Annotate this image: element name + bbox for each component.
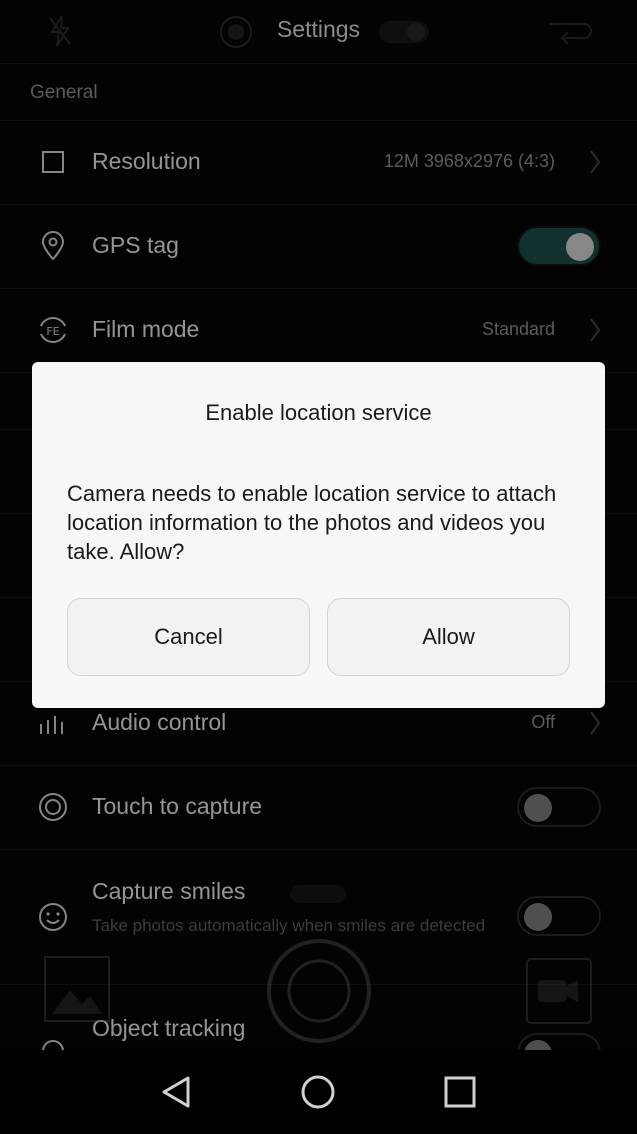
system-nav-bar bbox=[0, 1050, 637, 1134]
location-permission-dialog: Enable location service Camera needs to … bbox=[32, 362, 605, 708]
dialog-message: Camera needs to enable location service … bbox=[67, 481, 557, 564]
home-icon[interactable] bbox=[296, 1070, 340, 1114]
cancel-button[interactable]: Cancel bbox=[67, 598, 310, 676]
allow-button[interactable]: Allow bbox=[327, 598, 570, 676]
recents-icon[interactable] bbox=[438, 1070, 482, 1114]
dialog-title: Enable location service bbox=[205, 400, 432, 425]
back-icon[interactable] bbox=[156, 1070, 200, 1114]
camera-settings-screen: Settings General Resolution 12M 3968x297… bbox=[0, 0, 637, 1134]
